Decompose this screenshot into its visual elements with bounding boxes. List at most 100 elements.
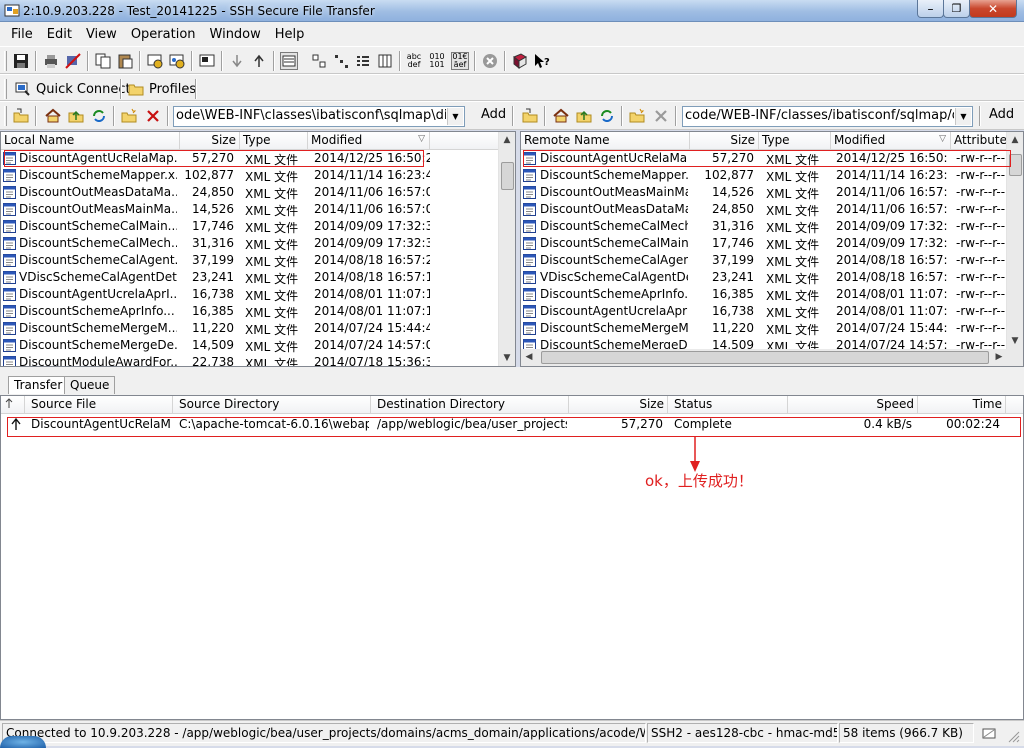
scroll-down-icon[interactable]: ▼ [1007,333,1023,349]
remote-refresh-button[interactable] [598,107,616,125]
chevron-down-icon[interactable]: ▼ [447,108,463,125]
local-file-row[interactable]: VDiscSchemeCalAgentDet... 23,241 XML 文件 201… [1,269,498,286]
title-bar[interactable]: 2:10.9.203.228 - Test_20141225 - SSH Sec… [0,0,1024,22]
start-orb-icon[interactable] [0,736,46,748]
view-list-button[interactable] [354,52,372,70]
menu-view[interactable]: View [79,27,124,42]
download-button[interactable] [228,52,246,70]
transfer-col-dest-dir[interactable]: Destination Directory [371,396,569,414]
local-vertical-scrollbar[interactable]: ▲ ▼ [498,132,515,366]
view-details-button[interactable] [280,52,298,70]
remote-file-row[interactable]: DiscountSchemeCalMain... 17,746 XML 文件 2014… [521,235,1006,252]
context-help-button[interactable]: ? [533,52,551,70]
toolbar-grip[interactable] [4,79,7,99]
scroll-thumb[interactable] [541,351,989,364]
transfer-col-source-dir[interactable]: Source Directory [173,396,371,414]
transfer-col-direction[interactable] [1,396,25,414]
transfer-col-source-file[interactable]: Source File [25,396,173,414]
view-columns-button[interactable] [376,52,394,70]
remote-horizontal-scrollbar[interactable]: ◀ ▶ [521,349,1023,366]
help-topics-button[interactable] [511,52,529,70]
menu-operation[interactable]: Operation [124,27,203,42]
local-add-button[interactable]: Add [475,107,512,126]
copy-button[interactable] [94,52,112,70]
scroll-thumb[interactable] [1009,154,1022,176]
remote-col-name[interactable]: Remote Name [521,132,690,150]
local-home-button[interactable] [44,107,62,125]
remote-col-type[interactable]: Type [759,132,831,150]
remote-file-row[interactable]: DiscountSchemeMapper.x... 102,877 XML 文件 20… [521,167,1006,184]
binary-mode-button[interactable]: 010 101 [428,52,446,70]
local-file-row[interactable]: DiscountOutMeasDataMa... 24,850 XML 文件 2014… [1,184,498,201]
scroll-down-icon[interactable]: ▼ [499,350,515,366]
remote-file-row[interactable]: DiscountOutMeasDataMa... 24,850 XML 文件 2014… [521,201,1006,218]
local-delete-button[interactable] [144,107,162,125]
toolbar-grip[interactable] [4,51,7,71]
save-button[interactable] [12,52,30,70]
remote-file-row[interactable]: VDiscSchemeCalAgentDet... 23,241 XML 文件 201… [521,269,1006,286]
local-col-size[interactable]: Size [180,132,240,150]
local-file-row[interactable]: DiscountSchemeMapper.x... 102,877 XML 文件 20… [1,167,498,184]
remote-add-button[interactable]: Add [983,107,1020,126]
remote-delete-button[interactable] [652,107,670,125]
transfer-row[interactable]: DiscountAgentUcRelaM... C:\apache-tomcat… [1,416,1023,433]
maximize-button[interactable]: ❐ [943,0,970,18]
disconnect-button[interactable] [64,52,82,70]
tab-queue[interactable]: Queue [64,376,116,394]
settings-button[interactable] [146,52,164,70]
paste-button[interactable] [116,52,134,70]
transfer-col-size[interactable]: Size [569,396,668,414]
remote-path-combobox[interactable]: code/WEB-INF/classes/ibatisconf/sqlmap/d… [682,106,973,127]
remote-file-row[interactable]: DiscountAgentUcRelaMap... 57,270 XML 文件 201… [521,150,1006,167]
local-file-list[interactable]: Local Name Size Type Modified ▽ Discount… [0,131,516,367]
local-new-folder-button[interactable] [120,107,138,125]
local-file-row[interactable]: DiscountSchemeAprInfo... 16,385 XML 文件 2014… [1,303,498,320]
remote-file-row[interactable]: DiscountSchemeAprInfo... 16,385 XML 文件 2014… [521,286,1006,303]
local-path-combobox[interactable]: ode\WEB-INF\classes\ibatisconf\sqlmap\di… [173,106,465,127]
local-file-row[interactable]: DiscountSchemeMergeDe... 14,509 XML 文件 2014… [1,337,498,354]
scroll-left-icon[interactable]: ◀ [521,349,537,365]
local-col-type[interactable]: Type [240,132,308,150]
local-file-row[interactable]: DiscountModuleAwardFor... 22,738 XML 文件 201… [1,354,498,366]
remote-file-row[interactable]: DiscountAgentUcrelaAprI... 16,738 XML 文件 20… [521,303,1006,320]
local-parent-folder-button[interactable] [67,107,85,125]
local-file-row[interactable]: DiscountSchemeMergeM... 11,220 XML 文件 2014/… [1,320,498,337]
scroll-up-icon[interactable]: ▲ [1007,132,1023,148]
local-refresh-button[interactable] [90,107,108,125]
local-file-row[interactable]: DiscountOutMeasMainMa... 14,526 XML 文件 2014… [1,201,498,218]
remote-vertical-scrollbar[interactable]: ▲ ▼ [1006,132,1023,349]
upload-button[interactable] [250,52,268,70]
view-large-icons-button[interactable] [310,52,328,70]
local-file-row[interactable]: DiscountAgentUcRelaMap... 57,270 XML 文件 201… [1,150,498,167]
remote-file-row[interactable]: DiscountSchemeCalAgent... 37,199 XML 文件 201… [521,252,1006,269]
close-button[interactable]: ✕ [969,0,1017,18]
scroll-up-icon[interactable]: ▲ [499,132,515,148]
local-file-row[interactable]: DiscountSchemeCalAgent... 37,199 XML 文件 201… [1,252,498,269]
menu-help[interactable]: Help [268,27,312,42]
view-small-icons-button[interactable] [332,52,350,70]
remote-home-button[interactable] [552,107,570,125]
menu-file[interactable]: File [4,27,40,42]
menu-window[interactable]: Window [203,27,268,42]
scroll-right-icon[interactable]: ▶ [991,349,1007,365]
remote-new-folder-button[interactable] [628,107,646,125]
profiles-button[interactable]: Profiles [128,79,196,99]
local-col-modified[interactable]: Modified ▽ [308,132,430,150]
local-file-row[interactable]: DiscountAgentUcrelaAprI... 16,738 XML 文件 20… [1,286,498,303]
print-button[interactable] [42,52,60,70]
toolbar-grip[interactable] [4,106,7,126]
local-file-row[interactable]: DiscountSchemeCalMech... 31,316 XML 文件 2014… [1,235,498,252]
scroll-thumb[interactable] [501,162,514,190]
profile-settings-button[interactable] [168,52,186,70]
transfer-col-speed[interactable]: Speed [788,396,918,414]
transfer-list[interactable]: Source File Source Directory Destination… [0,395,1024,720]
remote-file-list[interactable]: Remote Name Size Type Modified ▽ Attribu… [520,131,1024,367]
tab-transfer[interactable]: Transfer [8,376,69,394]
auto-mode-button[interactable]: 01€ ãef [451,52,469,70]
remote-parent-folder-button[interactable] [575,107,593,125]
menu-edit[interactable]: Edit [40,27,79,42]
transfer-col-status[interactable]: Status [668,396,788,414]
minimize-button[interactable]: – [917,0,944,18]
transfer-col-time[interactable]: Time [918,396,1006,414]
quick-connect-button[interactable]: Quick Connect [14,79,131,99]
